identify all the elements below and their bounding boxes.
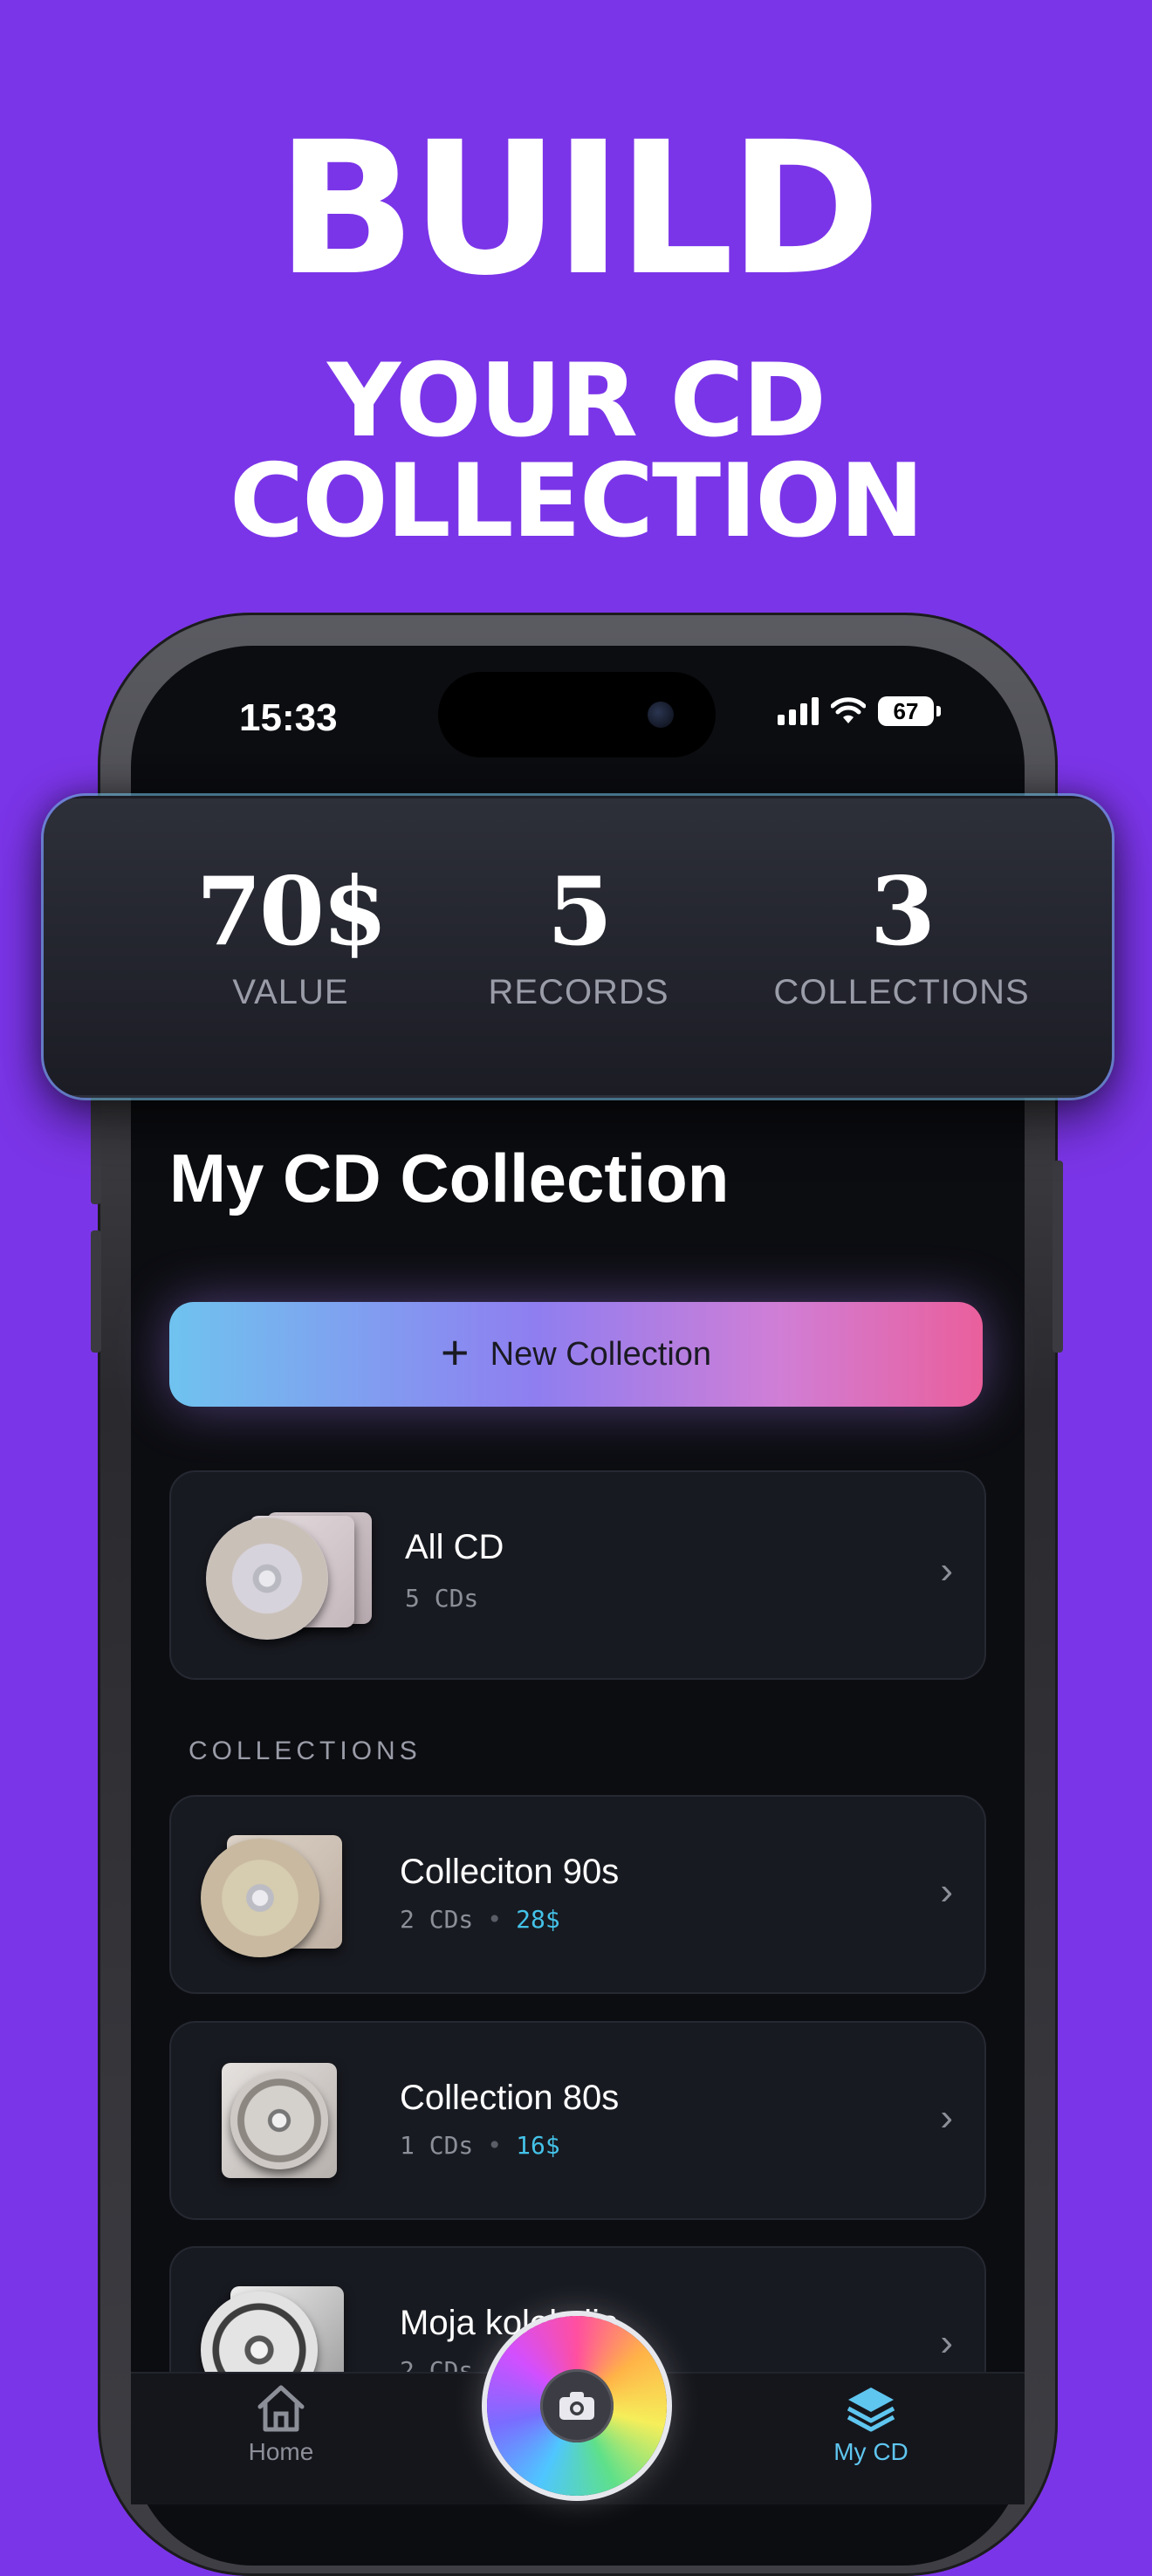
chevron-right-icon: › bbox=[940, 1870, 953, 1913]
all-cd-card[interactable]: All CD 5 CDs › bbox=[169, 1470, 986, 1680]
phone-volume-down bbox=[91, 1230, 101, 1353]
collection-row[interactable]: Collection 80s 1 CDs • 16$ › bbox=[169, 2021, 986, 2220]
stat-collections-number: 3 bbox=[869, 857, 936, 967]
all-cd-count-text: 5 CDs bbox=[405, 1584, 479, 1613]
tab-home[interactable]: Home bbox=[194, 2382, 368, 2466]
collection-thumbnail bbox=[222, 2063, 344, 2185]
stat-records-number: 5 bbox=[546, 857, 613, 967]
collection-thumbnail bbox=[201, 1833, 349, 1960]
collection-count: 2 CDs bbox=[400, 1905, 474, 1934]
chevron-right-icon: › bbox=[940, 2096, 953, 2139]
stat-value-label: VALUE bbox=[232, 973, 349, 1011]
wifi-icon bbox=[831, 697, 866, 723]
collection-price: 28$ bbox=[516, 1905, 560, 1934]
collection-count: 1 CDs bbox=[400, 2131, 474, 2160]
front-camera bbox=[648, 702, 674, 728]
promo-headline-build: BUILD bbox=[276, 102, 881, 316]
phone-power-button bbox=[1053, 1161, 1063, 1353]
tab-home-label: Home bbox=[248, 2438, 314, 2465]
camera-icon bbox=[540, 2369, 614, 2442]
cellular-signal-icon bbox=[778, 697, 819, 725]
phone-volume-up bbox=[91, 1082, 101, 1204]
home-icon bbox=[257, 2385, 305, 2432]
tab-my-cd[interactable]: My CD bbox=[784, 2382, 958, 2466]
battery-icon: 67 bbox=[878, 696, 941, 726]
stat-value-number: 70$ bbox=[195, 857, 387, 967]
new-collection-label: New Collection bbox=[490, 1335, 712, 1373]
stat-collections-label: COLLECTIONS bbox=[773, 973, 1030, 1011]
plus-icon: + bbox=[440, 1325, 470, 1380]
layers-icon bbox=[847, 2388, 895, 2432]
chevron-right-icon: › bbox=[940, 2321, 953, 2364]
collection-title: Colleciton 90s bbox=[400, 1853, 620, 1891]
separator-dot: • bbox=[487, 2131, 503, 2160]
collection-title: Collection 80s bbox=[400, 2079, 620, 2117]
stats-card: 70$ VALUE 5 RECORDS 3 COLLECTIONS bbox=[44, 796, 1112, 1098]
status-icons: 67 bbox=[778, 696, 941, 726]
separator-dot: • bbox=[487, 1905, 503, 1934]
page-title: My CD Collection bbox=[169, 1140, 730, 1216]
collection-price: 16$ bbox=[516, 2131, 560, 2160]
chevron-right-icon: › bbox=[940, 1549, 953, 1592]
stat-records: 5 RECORDS bbox=[413, 860, 744, 1012]
scan-camera-button[interactable] bbox=[487, 2316, 667, 2496]
collection-meta: 2 CDs • 28$ bbox=[400, 1905, 560, 1934]
collection-meta: 1 CDs • 16$ bbox=[400, 2131, 560, 2160]
dynamic-island bbox=[438, 672, 716, 757]
new-collection-button[interactable]: + New Collection bbox=[169, 1302, 983, 1407]
collection-row[interactable]: Colleciton 90s 2 CDs • 28$ › bbox=[169, 1795, 986, 1994]
tab-my-cd-label: My CD bbox=[833, 2438, 909, 2465]
status-time: 15:33 bbox=[239, 696, 338, 739]
stat-collections: 3 COLLECTIONS bbox=[736, 860, 1067, 1012]
stat-value: 70$ VALUE bbox=[125, 860, 456, 1012]
stat-records-label: RECORDS bbox=[488, 973, 669, 1011]
section-label-collections: COLLECTIONS bbox=[189, 1737, 422, 1765]
promo-headline-your-cd: YOUR CD bbox=[327, 342, 826, 460]
all-cd-title: All CD bbox=[405, 1528, 504, 1566]
promo-headline-collection: COLLECTION bbox=[230, 442, 924, 560]
all-cd-thumbnail bbox=[206, 1507, 381, 1647]
all-cd-count: 5 CDs bbox=[405, 1584, 478, 1613]
